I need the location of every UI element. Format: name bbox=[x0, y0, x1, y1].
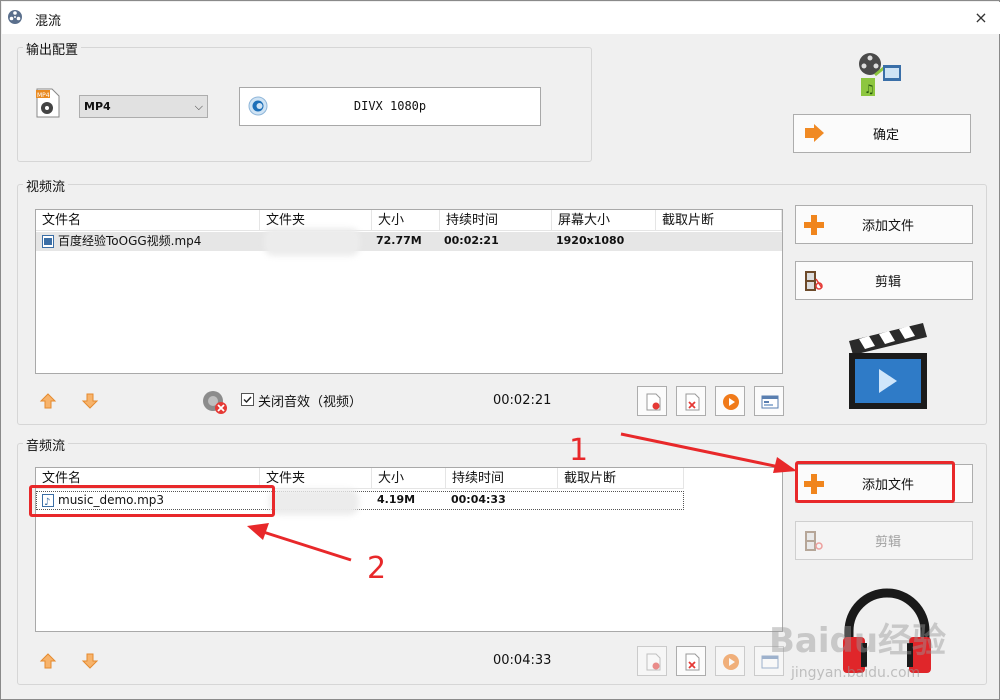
video-play-button[interactable] bbox=[715, 386, 745, 416]
move-down-arrow-icon[interactable] bbox=[81, 652, 99, 670]
codec-profile-label: DIVX 1080p bbox=[353, 99, 427, 113]
video-col-duration[interactable]: 持续时间 bbox=[440, 210, 552, 231]
audio-stream-label: 音频流 bbox=[23, 435, 69, 454]
mux-graphic-icon: ♫ bbox=[853, 51, 905, 99]
video-file-name: 百度经验ToOGG视频.mp4 bbox=[58, 234, 202, 248]
video-file-size: 72.77M bbox=[376, 234, 422, 247]
move-up-arrow-icon[interactable] bbox=[39, 392, 57, 410]
settings-gear-icon bbox=[247, 95, 269, 117]
video-delete-button[interactable] bbox=[676, 386, 706, 416]
video-col-filename[interactable]: 文件名 bbox=[36, 210, 260, 231]
video-total-time: 00:02:21 bbox=[493, 393, 552, 408]
move-down-arrow-icon[interactable] bbox=[81, 392, 99, 410]
mute-checkbox-label[interactable]: 关闭音效（视频） bbox=[258, 391, 362, 410]
table-row[interactable]: 百度经验ToOGG视频.mp4 72.77M 00:02:21 1920x108… bbox=[36, 228, 782, 256]
highlight-add-file bbox=[795, 461, 955, 503]
move-up-arrow-icon[interactable] bbox=[39, 652, 57, 670]
annotation-arrows bbox=[247, 432, 797, 562]
watermark-logo: Baidu经验 bbox=[769, 621, 947, 661]
audio-add-clip-button[interactable] bbox=[637, 646, 667, 676]
mute-speaker-icon bbox=[202, 389, 228, 415]
folder-blurred bbox=[264, 228, 360, 256]
film-scissors-icon bbox=[803, 270, 825, 292]
video-edit-label: 剪辑 bbox=[874, 275, 901, 290]
svg-text:MP4: MP4 bbox=[37, 92, 50, 99]
audio-delete-button[interactable] bbox=[676, 646, 706, 676]
video-file-list[interactable]: 文件名 文件夹 大小 持续时间 屏幕大小 截取片断 百度经验ToOGG视频.mp… bbox=[35, 209, 783, 374]
audio-play-button[interactable] bbox=[715, 646, 745, 676]
audio-total-time: 00:04:33 bbox=[493, 653, 552, 668]
codec-profile-button[interactable]: DIVX 1080p bbox=[239, 87, 541, 126]
film-scissors-icon bbox=[803, 530, 825, 552]
video-col-clip[interactable]: 截取片断 bbox=[656, 210, 782, 231]
mute-checkbox[interactable] bbox=[241, 393, 254, 406]
clapperboard-graphic-icon bbox=[845, 319, 929, 411]
video-stream-label: 视频流 bbox=[23, 176, 69, 195]
window-title: 混流 bbox=[35, 14, 62, 29]
video-add-file-label: 添加文件 bbox=[861, 219, 914, 234]
annotation-step-2: 2 bbox=[367, 551, 387, 586]
watermark-subtext: jingyan.baidu.com bbox=[791, 665, 921, 681]
confirm-button-label: 确定 bbox=[872, 128, 899, 143]
plus-icon bbox=[803, 214, 825, 236]
mix-window: 混流 × 输出配置 MP4 MP4 ⌵ DIVX 1080p ♫ 确定 视频流 … bbox=[0, 0, 1000, 700]
video-add-clip-button[interactable] bbox=[637, 386, 667, 416]
highlight-audio-file bbox=[29, 485, 275, 517]
output-config-label: 输出配置 bbox=[23, 39, 82, 58]
annotation-step-1: 1 bbox=[569, 433, 589, 468]
title-bar bbox=[2, 2, 1000, 34]
audio-edit-label: 剪辑 bbox=[874, 535, 901, 550]
format-select-value: MP4 bbox=[84, 100, 111, 113]
close-icon[interactable]: × bbox=[971, 8, 991, 28]
film-reel-icon bbox=[7, 8, 25, 26]
video-col-size[interactable]: 大小 bbox=[372, 210, 440, 231]
mp4-file-icon: MP4 bbox=[35, 87, 61, 119]
chevron-down-icon: ⌵ bbox=[194, 100, 203, 113]
arrow-right-icon bbox=[803, 123, 825, 143]
format-select[interactable]: MP4 ⌵ bbox=[79, 95, 208, 118]
svg-text:♫: ♫ bbox=[864, 82, 875, 96]
video-file-icon bbox=[42, 235, 54, 248]
video-file-resolution: 1920x1080 bbox=[556, 234, 625, 247]
video-col-resolution[interactable]: 屏幕大小 bbox=[552, 210, 656, 231]
video-info-button[interactable] bbox=[754, 386, 784, 416]
video-file-duration: 00:02:21 bbox=[444, 234, 499, 247]
